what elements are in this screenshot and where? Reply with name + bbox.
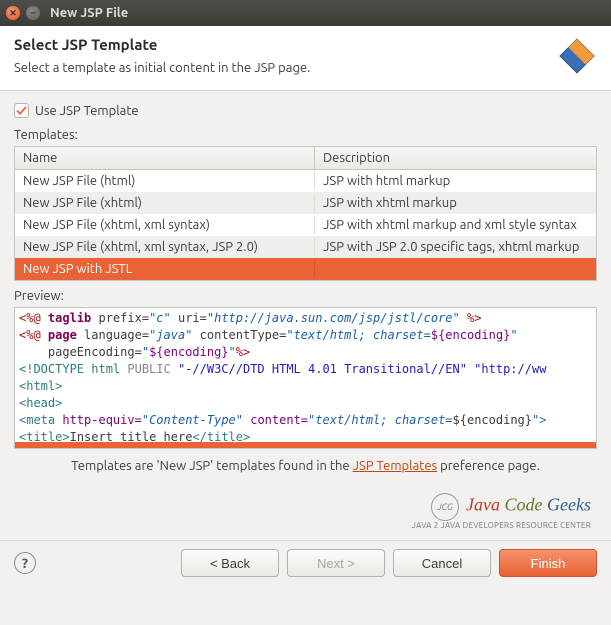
window-title: New JSP File [50,6,128,20]
cell-desc: JSP with xhtml markup and xml style synt… [315,216,596,234]
col-description[interactable]: Description [315,147,596,169]
table-row[interactable]: New JSP with JSTL [15,258,596,280]
jcg-badge-icon: JCG [431,493,459,521]
cell-name: New JSP File (xhtml, xml syntax) [15,216,315,234]
titlebar: ✕ – New JSP File [0,0,611,26]
cell-name: New JSP with JSTL [15,260,315,278]
minimize-icon[interactable]: – [26,6,40,20]
next-button: Next > [287,549,385,577]
preview-label: Preview: [14,289,597,303]
use-template-row: Use JSP Template [14,103,597,118]
cell-name: New JSP File (xhtml) [15,194,315,212]
finish-button[interactable]: Finish [499,549,597,577]
table-header: Name Description [15,147,596,170]
close-icon[interactable]: ✕ [6,6,20,20]
table-row[interactable]: New JSP File (xhtml, xml syntax)JSP with… [15,214,596,236]
cell-desc: JSP with xhtml markup [315,194,596,212]
col-name[interactable]: Name [15,147,315,169]
window-buttons: ✕ – [6,6,40,20]
back-button[interactable]: < Back [181,549,279,577]
page-title: Select JSP Template [14,36,547,53]
table-row[interactable]: New JSP File (xhtml)JSP with xhtml marku… [15,192,596,214]
cell-name: New JSP File (xhtml, xml syntax, JSP 2.0… [15,238,315,256]
footer-note: Templates are 'New JSP' templates found … [14,449,597,483]
table-row[interactable]: New JSP File (html)JSP with html markup [15,170,596,192]
watermark-logo: JCG Java Code Geeks JAVA 2 JAVA DEVELOPE… [0,487,611,540]
cell-name: New JSP File (html) [15,172,315,190]
cancel-button[interactable]: Cancel [393,549,491,577]
page-subtitle: Select a template as initial content in … [14,61,547,75]
wizard-icon [557,36,597,76]
use-template-label: Use JSP Template [35,104,139,118]
cell-desc: JSP with JSP 2.0 specific tags, xhtml ma… [315,238,596,256]
cell-desc [315,267,596,271]
preview-panel[interactable]: <%@ taglib prefix="c" uri="http://java.s… [14,307,597,449]
jsp-templates-link[interactable]: JSP Templates [353,459,438,473]
templates-label: Templates: [14,128,597,142]
table-row[interactable]: New JSP File (xhtml, xml syntax, JSP 2.0… [15,236,596,258]
wizard-header: Select JSP Template Select a template as… [0,26,611,91]
button-bar: ? < Back Next > Cancel Finish [0,540,611,591]
help-icon[interactable]: ? [14,552,36,574]
use-template-checkbox[interactable] [14,103,29,118]
templates-table: Name Description New JSP File (html)JSP … [14,146,597,281]
cell-desc: JSP with html markup [315,172,596,190]
